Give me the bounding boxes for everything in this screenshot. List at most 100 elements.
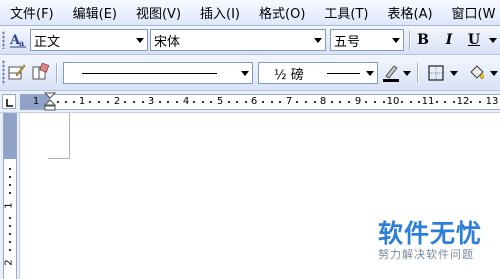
ruler-tick (73, 101, 75, 103)
styles-pane-icon[interactable]: A a (8, 30, 28, 50)
italic-button[interactable]: I (439, 30, 459, 50)
ruler-label: 10 (386, 96, 400, 107)
ruler-tick (436, 101, 438, 103)
ruler-tick (159, 101, 161, 103)
ruler-tick (89, 101, 91, 103)
chevron-down-icon[interactable] (489, 62, 499, 84)
ruler-tick (142, 101, 144, 103)
toolbar-separator (409, 31, 410, 50)
ruler-label: 9 (354, 96, 362, 107)
ruler-tick (296, 101, 298, 103)
ruler-label: 11 (421, 96, 435, 107)
underline-button[interactable]: U (464, 30, 484, 50)
ruler-label: 2 (113, 96, 121, 107)
eraser-icon[interactable] (31, 62, 51, 82)
menu-file[interactable]: 文件(F) (10, 3, 54, 22)
border-color-icon[interactable] (380, 62, 402, 84)
ruler-tick (236, 101, 238, 103)
ruler-tick (65, 101, 67, 103)
ruler-tick (202, 101, 204, 103)
ruler-tick (245, 101, 247, 103)
font-select[interactable]: 宋体 (150, 29, 326, 51)
ruler-tick (98, 101, 100, 103)
menu-tools[interactable]: 工具(T) (324, 3, 368, 22)
watermark: 软件无忧 努力解决软件问题 (378, 220, 496, 270)
chevron-down-icon[interactable] (388, 30, 403, 50)
ruler-tick (262, 101, 264, 103)
line-style-preview (82, 73, 217, 74)
top-margin-area (4, 113, 16, 159)
menu-view[interactable]: 视图(V) (136, 3, 181, 22)
ruler-tick (9, 241, 11, 243)
menu-table[interactable]: 表格(A) (388, 3, 433, 22)
ruler-tick (331, 101, 333, 103)
ruler-label: 13 (485, 96, 499, 107)
ruler-tick (9, 217, 11, 219)
ruler-label: 3 (147, 96, 155, 107)
style-select-value: 正文 (34, 34, 61, 50)
ruler-tick (401, 101, 403, 103)
ruler-tick (9, 176, 11, 178)
text-boundary-corner (48, 113, 70, 159)
ruler-label: 8 (319, 96, 327, 107)
ruler-label: 2 (3, 259, 15, 266)
font-select-value: 宋体 (154, 34, 181, 50)
chevron-down-icon[interactable] (310, 30, 325, 50)
menu-format[interactable]: 格式(O) (259, 3, 305, 22)
indent-marker-icon[interactable] (44, 92, 56, 112)
shading-color-icon[interactable] (466, 62, 488, 84)
borders-icon[interactable] (425, 62, 447, 84)
ruler-label: 5 (216, 96, 224, 107)
ruler-tick (9, 233, 11, 235)
ruler-tick (314, 101, 316, 103)
tables-borders-toolbar: ½ 磅 (0, 55, 500, 91)
chevron-down-icon[interactable] (132, 30, 147, 50)
ruler-tick (374, 101, 376, 103)
menu-edit[interactable]: 编辑(E) (73, 3, 117, 22)
toolbar-more-icon[interactable] (486, 30, 500, 50)
ruler-tick (193, 101, 195, 103)
ruler-tick (9, 184, 11, 186)
ruler-tick (9, 249, 11, 251)
line-weight-select[interactable]: ½ 磅 (258, 62, 378, 84)
ruler-tick (339, 101, 341, 103)
bold-button[interactable]: B (413, 30, 433, 50)
ruler-tick (383, 101, 385, 103)
ruler-tick (271, 101, 273, 103)
menu-insert[interactable]: 插入(I) (200, 3, 240, 22)
tab-selector[interactable] (2, 94, 16, 109)
line-weight-preview (327, 73, 360, 74)
ruler-tick (57, 101, 59, 103)
font-size-select[interactable]: 五号 (330, 29, 404, 51)
chevron-down-icon[interactable] (402, 62, 412, 84)
toolbar-grip[interactable] (2, 60, 5, 85)
chevron-down-icon[interactable] (449, 62, 459, 84)
chevron-down-icon[interactable] (362, 63, 377, 83)
horizontal-ruler[interactable]: 1 1 2 3 4 5 6 7 8 9 10 11 12 13 (0, 91, 500, 113)
vertical-ruler[interactable]: 1 2 (0, 113, 20, 279)
ruler-tick (176, 101, 178, 103)
line-style-select[interactable] (63, 62, 253, 84)
ruler-tick (279, 101, 281, 103)
ruler-tick (470, 101, 472, 103)
ruler-tick (305, 101, 307, 103)
ruler-tick (9, 192, 11, 194)
ruler-tick (365, 101, 367, 103)
style-select[interactable]: 正文 (30, 29, 148, 51)
ruler-tick (410, 101, 412, 103)
ruler-label: 7 (285, 96, 293, 107)
ruler-tick (133, 101, 135, 103)
ruler-tick (107, 101, 109, 103)
menu-window[interactable]: 窗口(W (452, 3, 496, 22)
chevron-down-icon[interactable] (237, 63, 252, 83)
ruler-label: 12 (456, 96, 470, 107)
ruler-label: 6 (250, 96, 258, 107)
formatting-toolbar: A a 正文 宋体 五号 B I U (0, 26, 500, 55)
menu-bar: 文件(F) 编辑(E) 视图(V) 插入(I) 格式(O) 工具(T) 表格(A… (0, 0, 500, 26)
ruler-strip: 1 1 2 3 4 5 6 7 8 9 10 11 12 13 (20, 92, 500, 112)
draw-table-icon[interactable] (7, 62, 27, 82)
toolbar-grip[interactable] (2, 31, 5, 49)
watermark-subtitle: 努力解决软件问题 (378, 248, 474, 261)
ruler-tick (210, 101, 212, 103)
ruler-tick (444, 101, 446, 103)
